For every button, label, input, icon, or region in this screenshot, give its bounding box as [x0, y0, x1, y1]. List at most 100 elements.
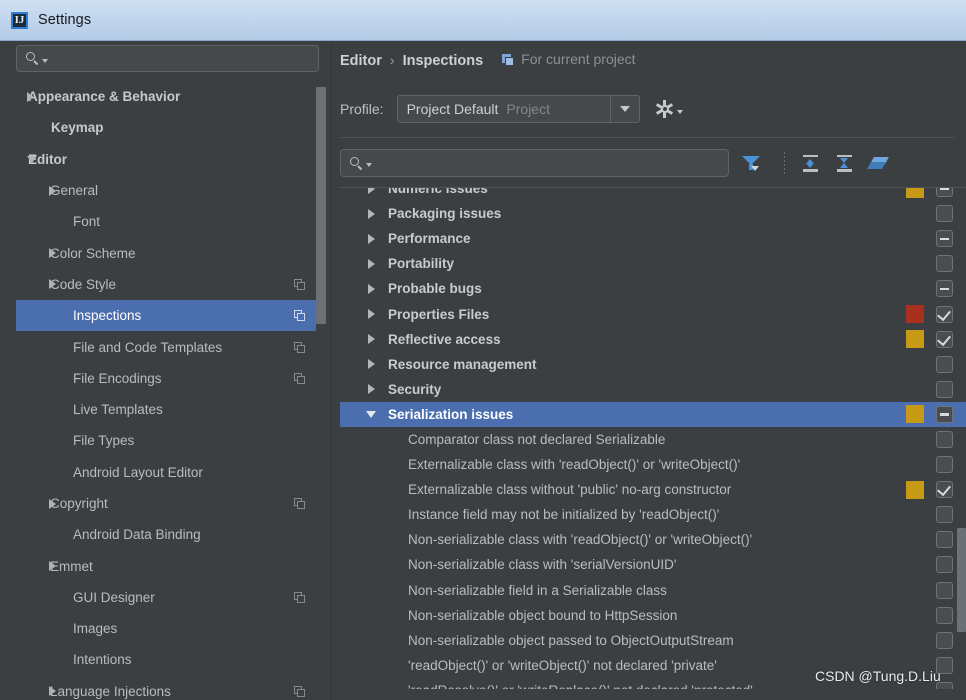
- chevron-down-icon[interactable]: [366, 410, 376, 418]
- sidebar-search-input[interactable]: [48, 50, 318, 67]
- inspection-row[interactable]: Reflective access: [340, 327, 966, 352]
- breadcrumb-parent[interactable]: Editor: [340, 53, 382, 69]
- sidebar-item-images[interactable]: Images: [16, 613, 319, 644]
- reset-to-defaults-button[interactable]: [864, 150, 892, 176]
- sidebar-item-file-types[interactable]: File Types: [16, 425, 319, 456]
- sidebar-item-file-and-code-templates[interactable]: File and Code Templates: [16, 331, 319, 362]
- chevron-right-icon[interactable]: [368, 309, 375, 320]
- severity-swatch[interactable]: [906, 531, 924, 549]
- chevron-down-icon[interactable]: [609, 96, 639, 122]
- inspection-row[interactable]: Non-serializable object bound to HttpSes…: [340, 603, 966, 628]
- chevron-right-icon[interactable]: [368, 188, 375, 194]
- inspection-checkbox[interactable]: [936, 330, 953, 348]
- sidebar-item-gui-designer[interactable]: GUI Designer: [16, 582, 319, 613]
- sidebar-item-android-layout-editor[interactable]: Android Layout Editor: [16, 457, 319, 488]
- sidebar-item-inspections[interactable]: Inspections: [16, 300, 319, 332]
- severity-swatch[interactable]: [906, 380, 924, 398]
- inspection-row[interactable]: Externalizable class without 'public' no…: [340, 477, 966, 502]
- sidebar-item-language-injections[interactable]: Language Injections: [16, 676, 319, 700]
- inspection-row[interactable]: Properties Files: [340, 301, 966, 326]
- chevron-right-icon[interactable]: [368, 233, 375, 244]
- inspection-row[interactable]: Non-serializable class with 'serialVersi…: [340, 552, 966, 577]
- inspection-row[interactable]: Comparator class not declared Serializab…: [340, 427, 966, 452]
- inspection-checkbox[interactable]: [936, 280, 953, 298]
- inspection-row[interactable]: Instance field may not be initialized by…: [340, 502, 966, 527]
- severity-swatch[interactable]: [906, 480, 924, 499]
- chevron-right-icon[interactable]: [368, 334, 375, 345]
- profile-settings-button[interactable]: [656, 100, 683, 118]
- chevron-right-icon[interactable]: [49, 185, 56, 196]
- severity-swatch[interactable]: [906, 255, 924, 273]
- chevron-right-icon[interactable]: [368, 283, 375, 294]
- severity-swatch[interactable]: [906, 355, 924, 373]
- sidebar-tree[interactable]: Appearance & Behavior Keymap Editor General…: [16, 81, 319, 700]
- sidebar-search-box[interactable]: [16, 45, 319, 72]
- inspection-checkbox[interactable]: [936, 481, 953, 499]
- chevron-right-icon[interactable]: [49, 686, 56, 697]
- sidebar-item-appearance-behavior[interactable]: Appearance & Behavior: [16, 81, 319, 112]
- chevron-right-icon[interactable]: [368, 359, 375, 370]
- inspection-checkbox[interactable]: [936, 456, 953, 474]
- inspection-search-input[interactable]: [372, 154, 728, 172]
- chevron-right-icon[interactable]: [49, 498, 56, 509]
- sidebar-item-keymap[interactable]: Keymap: [16, 112, 319, 143]
- sidebar-item-editor[interactable]: Editor: [16, 144, 319, 175]
- inspection-checkbox[interactable]: [936, 230, 953, 248]
- inspection-row[interactable]: Non-serializable object passed to Object…: [340, 628, 966, 653]
- chevron-down-icon[interactable]: [27, 155, 37, 163]
- severity-swatch[interactable]: [906, 581, 924, 599]
- sidebar-item-font[interactable]: Font: [16, 206, 319, 237]
- inspection-checkbox[interactable]: [936, 255, 953, 273]
- inspection-checkbox[interactable]: [936, 631, 953, 649]
- chevron-right-icon[interactable]: [49, 561, 56, 572]
- inspection-checkbox[interactable]: [936, 581, 953, 599]
- severity-swatch[interactable]: [906, 506, 924, 524]
- inspection-checkbox[interactable]: [936, 606, 953, 624]
- inspection-row[interactable]: Resource management: [340, 352, 966, 377]
- inspection-checkbox[interactable]: [936, 205, 953, 223]
- chevron-right-icon[interactable]: [49, 279, 56, 290]
- inspection-checkbox[interactable]: [936, 380, 953, 398]
- inspection-checkbox[interactable]: [936, 355, 953, 373]
- sidebar-item-color-scheme[interactable]: Color Scheme: [16, 237, 319, 268]
- inspections-list[interactable]: Numeric issues Packaging issues Performanc…: [340, 187, 966, 700]
- severity-swatch[interactable]: [906, 556, 924, 574]
- inspection-checkbox[interactable]: [936, 556, 953, 574]
- severity-swatch[interactable]: [906, 330, 924, 349]
- chevron-right-icon[interactable]: [368, 208, 375, 219]
- sidebar-item-general[interactable]: General: [16, 175, 319, 206]
- chevron-right-icon[interactable]: [27, 91, 34, 102]
- expand-all-button[interactable]: [796, 150, 824, 176]
- sidebar-item-emmet[interactable]: Emmet: [16, 550, 319, 581]
- inspection-row[interactable]: Non-serializable class with 'readObject(…: [340, 527, 966, 552]
- inspection-checkbox[interactable]: [936, 531, 953, 549]
- sidebar-item-live-templates[interactable]: Live Templates: [16, 394, 319, 425]
- collapse-all-button[interactable]: [830, 150, 858, 176]
- chevron-right-icon[interactable]: [368, 384, 375, 395]
- severity-swatch[interactable]: [906, 205, 924, 223]
- sidebar-item-android-data-binding[interactable]: Android Data Binding: [16, 519, 319, 550]
- severity-swatch[interactable]: [906, 280, 924, 298]
- sidebar-item-copyright[interactable]: Copyright: [16, 488, 319, 519]
- chevron-right-icon[interactable]: [49, 248, 56, 259]
- inspection-row[interactable]: Numeric issues: [340, 188, 966, 201]
- inspection-row[interactable]: Packaging issues: [340, 201, 966, 226]
- inspection-checkbox[interactable]: [936, 305, 953, 323]
- sidebar-scrollbar-thumb[interactable]: [316, 87, 326, 324]
- inspection-checkbox[interactable]: [936, 405, 953, 423]
- inspection-row[interactable]: Non-serializable field in a Serializable…: [340, 578, 966, 603]
- severity-swatch[interactable]: [906, 305, 924, 324]
- severity-swatch[interactable]: [906, 430, 924, 448]
- inspection-row[interactable]: Portability: [340, 251, 966, 276]
- inspection-row[interactable]: Serialization issues: [340, 401, 966, 427]
- sidebar-item-file-encodings[interactable]: File Encodings: [16, 363, 319, 394]
- filter-funnel-button[interactable]: [737, 150, 765, 176]
- severity-swatch[interactable]: [906, 456, 924, 474]
- inspection-checkbox[interactable]: [936, 430, 953, 448]
- sidebar-item-intentions[interactable]: Intentions: [16, 644, 319, 675]
- sidebar-scrollbar-track[interactable]: [316, 81, 326, 700]
- inspection-checkbox[interactable]: [936, 506, 953, 524]
- profile-select[interactable]: Project Default Project: [396, 95, 640, 123]
- severity-swatch[interactable]: [906, 188, 924, 198]
- sidebar-item-code-style[interactable]: Code Style: [16, 269, 319, 300]
